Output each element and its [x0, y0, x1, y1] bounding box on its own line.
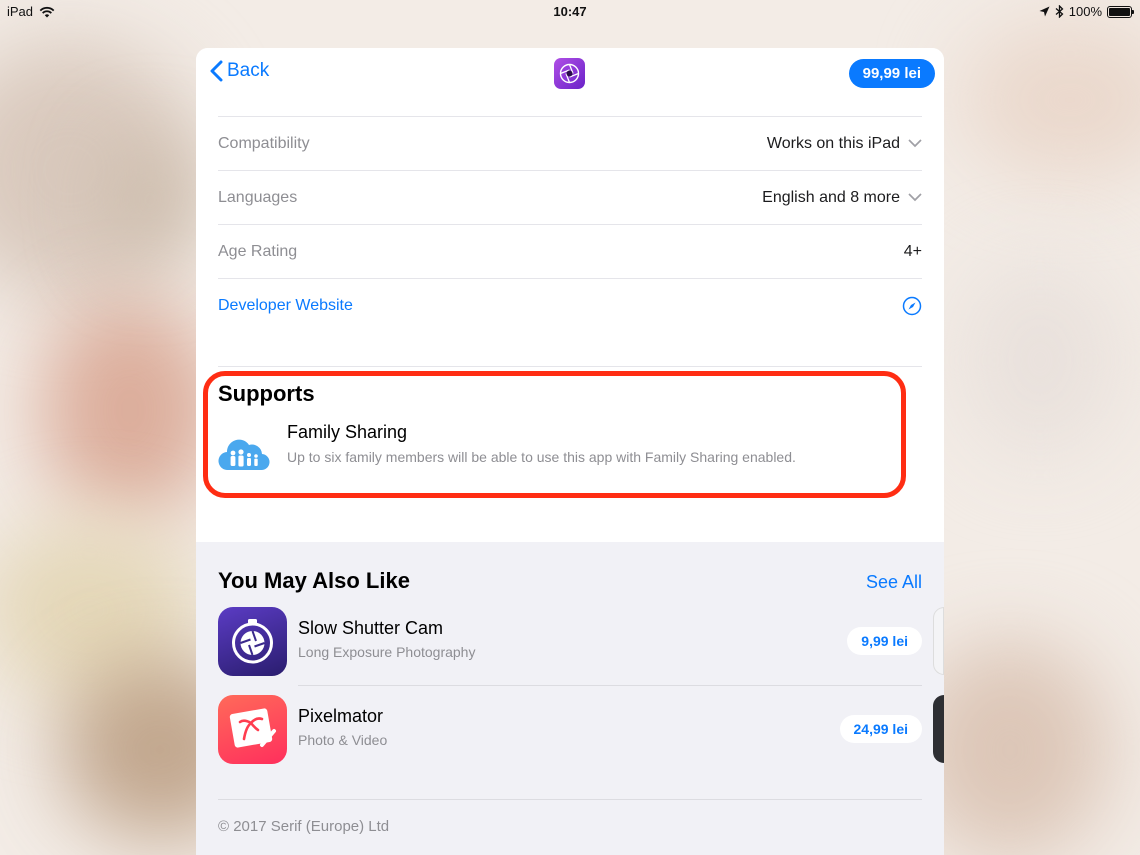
supports-section — [218, 366, 922, 367]
battery-percent: 100% — [1068, 4, 1102, 19]
highlight-annotation — [203, 371, 906, 498]
copyright-text: © 2017 Serif (Europe) Ltd — [218, 818, 390, 835]
app-price-button[interactable]: 24,99 lei — [839, 715, 922, 743]
app-icon — [554, 58, 585, 89]
info-value: Works on this iPad — [766, 134, 900, 152]
chevron-down-icon — [908, 193, 922, 202]
clock: 10:47 — [553, 4, 587, 19]
chevron-left-icon — [210, 60, 223, 82]
chevron-down-icon — [908, 139, 922, 148]
info-row-languages[interactable]: Languages English and 8 more — [218, 170, 922, 224]
info-row-age-rating: Age Rating 4+ — [218, 224, 922, 278]
peek-app-icon[interactable] — [933, 695, 944, 763]
app-icon — [218, 607, 287, 676]
you-may-also-like-heading: You May Also Like — [218, 568, 410, 593]
nav-bar: Back 99,99 lei — [196, 48, 944, 100]
peek-app-icon[interactable] — [933, 607, 944, 675]
list-item-app[interactable]: Slow Shutter Cam Long Exposure Photograp… — [218, 607, 922, 685]
app-detail-card: Back 99,99 lei Compatibility Works on th… — [196, 48, 944, 855]
info-label: Age Rating — [218, 242, 298, 260]
location-icon — [1039, 6, 1050, 17]
back-button[interactable]: Back — [210, 60, 269, 82]
palm-brush-icon — [229, 708, 276, 748]
app-subtitle: Photo & Video — [298, 732, 388, 748]
app-subtitle: Long Exposure Photography — [298, 644, 476, 660]
app-name: Pixelmator — [298, 706, 384, 726]
info-label: Languages — [218, 188, 298, 206]
battery-icon — [1107, 5, 1134, 18]
info-row-compatibility[interactable]: Compatibility Works on this iPad — [218, 116, 922, 170]
info-value: 4+ — [903, 242, 922, 260]
app-price-button[interactable]: 9,99 lei — [847, 627, 922, 655]
developer-website-label: Developer Website — [218, 296, 353, 314]
shutter-icon — [232, 619, 273, 664]
list-divider — [298, 685, 922, 686]
info-value: English and 8 more — [762, 188, 900, 206]
compass-icon — [902, 296, 922, 315]
app-icon — [218, 695, 287, 764]
app-name: Slow Shutter Cam — [298, 618, 444, 638]
info-label: Compatibility — [218, 134, 310, 152]
back-label: Back — [227, 60, 270, 81]
list-item-app[interactable]: Pixelmator Photo & Video 24,99 lei — [218, 695, 922, 773]
status-bar: iPad 10:47 100% — [0, 0, 1140, 24]
footer-divider — [218, 799, 922, 800]
developer-website-link[interactable]: Developer Website — [218, 278, 922, 332]
see-all-link[interactable]: See All — [866, 572, 922, 593]
bluetooth-icon — [1055, 5, 1064, 18]
buy-price-button[interactable]: 99,99 lei — [848, 59, 935, 88]
aperture-icon — [559, 63, 580, 84]
